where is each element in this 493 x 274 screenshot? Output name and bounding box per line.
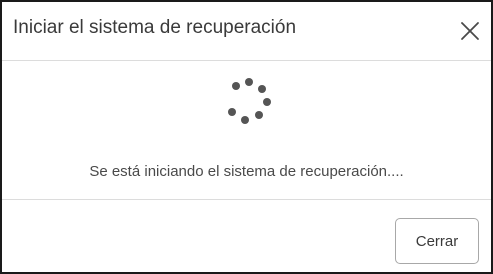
status-message: Se está iniciando el sistema de recupera… (89, 163, 404, 180)
dialog-title: Iniciar el sistema de recuperación (13, 17, 297, 38)
close-button[interactable]: Cerrar (395, 218, 479, 264)
loading-spinner-icon (224, 75, 276, 127)
dialog-body: Se está iniciando el sistema de recupera… (2, 61, 491, 199)
dialog-header: Iniciar el sistema de recuperación (2, 2, 491, 61)
dialog-footer: Cerrar (2, 199, 491, 273)
close-icon[interactable] (457, 18, 483, 44)
recovery-dialog: Iniciar el sistema de recuperación Se es… (0, 0, 493, 274)
